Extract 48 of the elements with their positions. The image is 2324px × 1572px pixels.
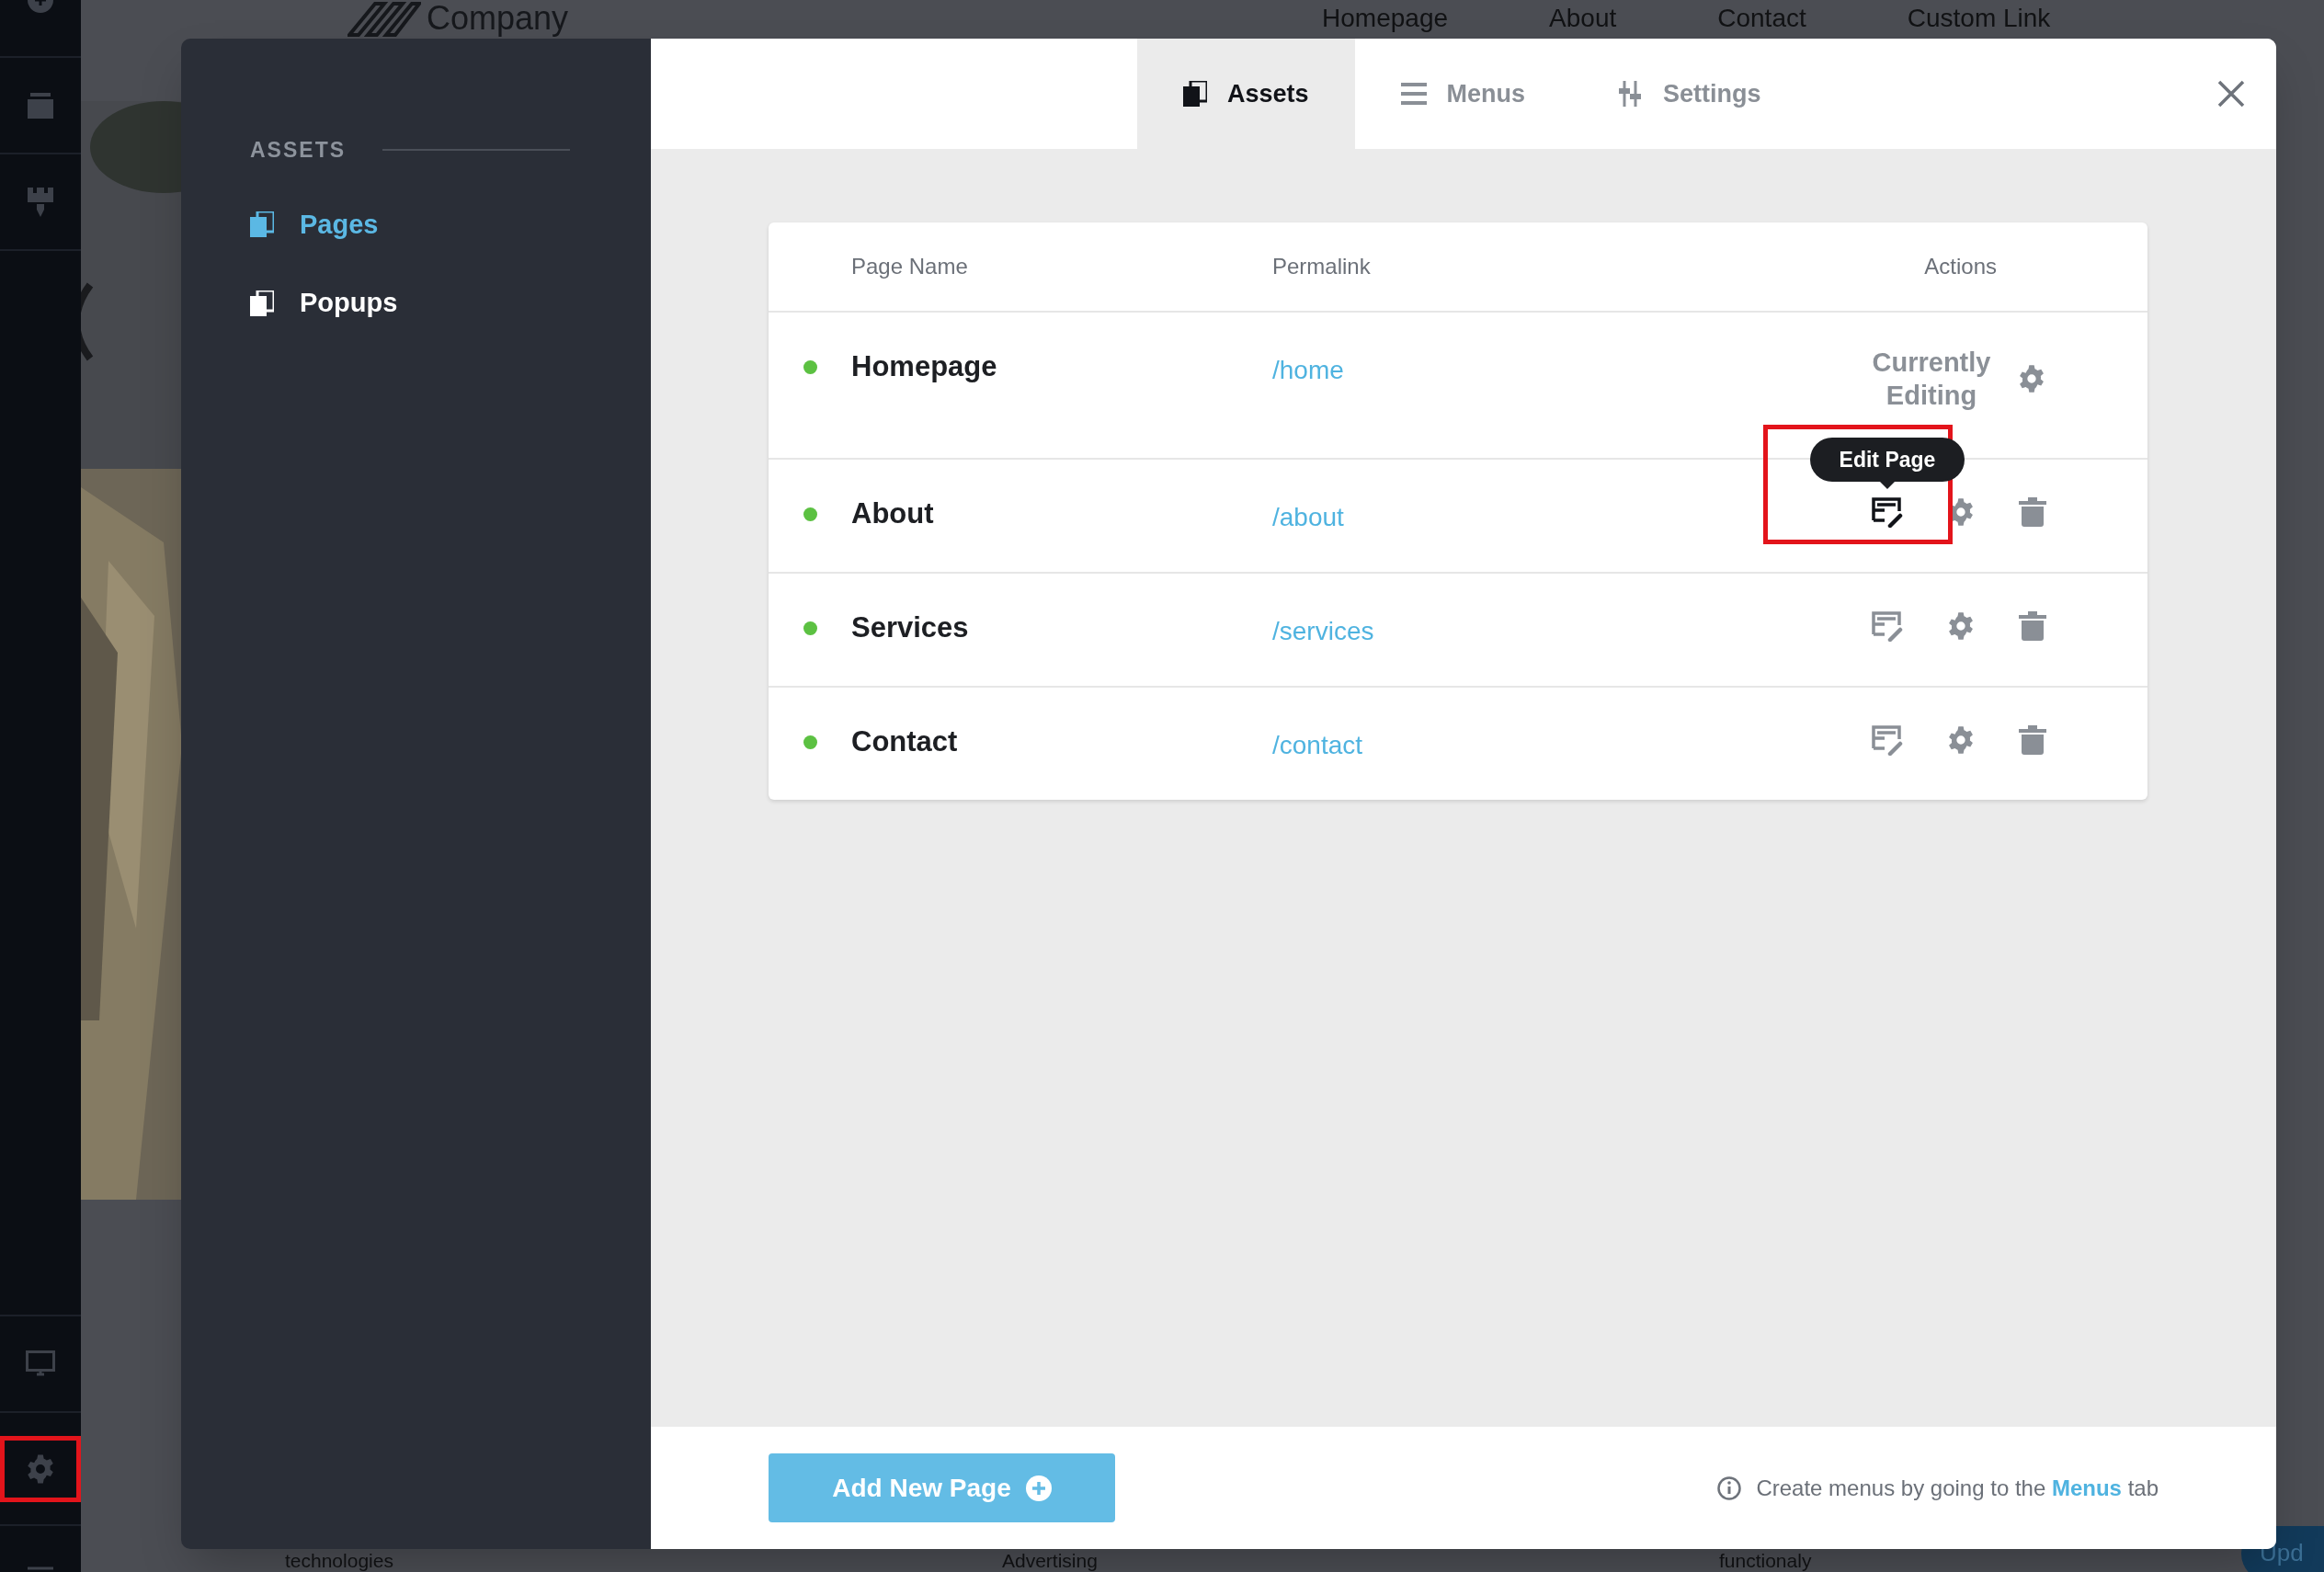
permalink[interactable]: /contact bbox=[1272, 728, 1363, 763]
page-name: Contact bbox=[851, 724, 959, 759]
permalink[interactable]: /services bbox=[1272, 614, 1374, 649]
plus-circle-icon bbox=[1025, 1475, 1052, 1501]
gear-icon[interactable] bbox=[1946, 725, 1976, 755]
page-icon bbox=[250, 211, 274, 238]
tab[interactable]: Assets bbox=[1137, 39, 1355, 149]
trash-icon[interactable] bbox=[2019, 725, 2046, 755]
logo-icon bbox=[347, 0, 421, 37]
column-header: Permalink bbox=[1272, 253, 1371, 280]
website-heading: technologies bbox=[285, 1551, 393, 1571]
website-logo: Company bbox=[427, 0, 569, 37]
page-name: Homepage bbox=[851, 349, 998, 384]
nav-link[interactable]: Custom Link bbox=[1907, 4, 2051, 33]
gear-icon[interactable] bbox=[1946, 611, 1976, 641]
page-name: Services bbox=[851, 610, 970, 645]
info-icon bbox=[1717, 1475, 1742, 1500]
menus-hint: Create menus by going to the Menus tab bbox=[1756, 1474, 2159, 1502]
brush-icon[interactable] bbox=[28, 187, 53, 217]
website-heading: Advertising bbox=[1002, 1551, 1098, 1571]
column-header: Page Name bbox=[851, 253, 969, 280]
close-icon[interactable] bbox=[2217, 80, 2245, 108]
edit-page-icon[interactable] bbox=[1872, 496, 1903, 528]
status-label: Currently Editing bbox=[1871, 347, 1992, 412]
sliders-icon bbox=[1617, 81, 1644, 107]
page-icon bbox=[250, 290, 274, 316]
column-header: Actions bbox=[1924, 253, 1997, 280]
sidebar-title: ASSETS bbox=[250, 137, 347, 164]
nav-link[interactable]: About bbox=[1549, 4, 1617, 33]
trash-icon[interactable] bbox=[2019, 497, 2046, 527]
page-icon bbox=[1183, 81, 1207, 107]
sidebar-item[interactable]: Pages bbox=[250, 204, 651, 245]
page-name: About bbox=[851, 496, 935, 531]
trash-icon[interactable] bbox=[2019, 611, 2046, 641]
tooltip: Edit Page bbox=[1810, 438, 1965, 489]
website-heading: functionaly bbox=[1719, 1551, 1812, 1571]
sidebar-item[interactable]: Popups bbox=[250, 283, 651, 324]
menus-link[interactable]: Menus bbox=[2051, 1475, 2122, 1500]
permalink[interactable]: /about bbox=[1272, 500, 1344, 535]
permalink[interactable]: /home bbox=[1272, 353, 1344, 388]
monitor-icon[interactable] bbox=[26, 1350, 55, 1378]
add-page-button[interactable]: Add New Page bbox=[769, 1453, 1115, 1522]
minus-icon[interactable] bbox=[28, 1565, 53, 1572]
menu-icon bbox=[1400, 83, 1427, 105]
stack-icon[interactable] bbox=[28, 92, 53, 119]
nav-link[interactable]: Contact bbox=[1717, 4, 1806, 33]
gear-icon[interactable] bbox=[2017, 364, 2046, 393]
nav-link[interactable]: Homepage bbox=[1322, 4, 1449, 33]
